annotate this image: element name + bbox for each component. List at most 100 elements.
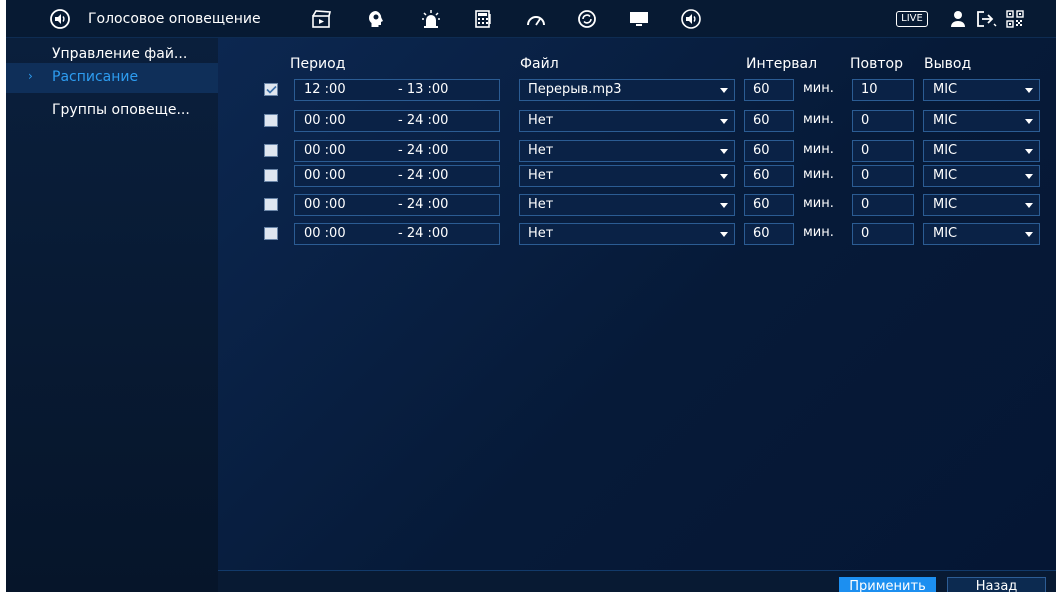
file-select[interactable]: Перерыв.mp3 <box>519 79 735 101</box>
logout-icon[interactable] <box>972 0 1000 38</box>
period-start: 00 :00 <box>304 143 346 158</box>
period-time-range[interactable]: 00 :00 - 24 :00 <box>294 194 500 216</box>
interval-input[interactable]: 60 <box>744 110 794 132</box>
column-header-file: Файл <box>520 56 559 72</box>
output-select[interactable]: MIC <box>923 165 1040 187</box>
table-row: 00 :00 - 24 :00 Нет 60 мин. 0 MIC <box>218 140 1056 162</box>
column-header-period: Период <box>290 56 346 72</box>
chevron-down-icon <box>1025 88 1033 93</box>
output-select[interactable]: MIC <box>923 79 1040 101</box>
live-icon[interactable]: LIVE <box>890 0 934 38</box>
chevron-down-icon <box>1025 174 1033 179</box>
sidebar-item-label: Управление фай... <box>52 46 188 62</box>
chevron-down-icon <box>1025 119 1033 124</box>
output-select-value: MIC <box>933 82 958 97</box>
period-start: 00 :00 <box>304 113 346 128</box>
output-select-value: MIC <box>933 168 958 183</box>
chevron-down-icon <box>720 203 728 208</box>
sidebar-item-alert-groups[interactable]: Группы оповеще... <box>6 96 218 126</box>
chevron-down-icon <box>720 149 728 154</box>
repeat-input[interactable]: 10 <box>852 79 914 101</box>
interval-input[interactable]: 60 <box>744 140 794 162</box>
apply-button[interactable]: Применить <box>839 577 936 592</box>
sidebar-item-label: Группы оповеще... <box>52 102 190 118</box>
row-checkbox[interactable] <box>264 83 278 96</box>
row-checkbox[interactable] <box>264 169 278 182</box>
chevron-down-icon <box>720 174 728 179</box>
file-select[interactable]: Нет <box>519 165 735 187</box>
interval-unit: мин. <box>803 142 834 157</box>
monitor-icon[interactable] <box>624 0 654 38</box>
period-time-range[interactable]: 00 :00 - 24 :00 <box>294 223 500 245</box>
output-select[interactable]: MIC <box>923 194 1040 216</box>
interval-input[interactable]: 60 <box>744 79 794 101</box>
repeat-input[interactable]: 0 <box>852 223 914 245</box>
speaker-icon[interactable] <box>676 0 706 38</box>
period-time-range[interactable]: 12 :00 - 13 :00 <box>294 79 500 101</box>
file-select[interactable]: Нет <box>519 140 735 162</box>
output-select[interactable]: MIC <box>923 223 1040 245</box>
table-row: 12 :00 - 13 :00 Перерыв.mp3 60 мин. 10 M… <box>218 79 1056 101</box>
period-start: 00 :00 <box>304 226 346 241</box>
row-checkbox[interactable] <box>264 198 278 211</box>
chevron-down-icon <box>1025 232 1033 237</box>
period-time-range[interactable]: 00 :00 - 24 :00 <box>294 140 500 162</box>
interval-input[interactable]: 60 <box>744 194 794 216</box>
alarm-light-icon[interactable] <box>416 0 446 38</box>
interval-input[interactable]: 60 <box>744 223 794 245</box>
period-end: - 13 :00 <box>398 82 449 97</box>
sidebar-item-schedule[interactable]: › Расписание <box>6 63 218 93</box>
period-time-range[interactable]: 00 :00 - 24 :00 <box>294 110 500 132</box>
gauge-icon[interactable] <box>521 0 551 38</box>
table-row: 00 :00 - 24 :00 Нет 60 мин. 0 MIC <box>218 110 1056 132</box>
file-select-value: Нет <box>528 168 554 183</box>
live-label: LIVE <box>896 11 928 27</box>
file-select[interactable]: Нет <box>519 223 735 245</box>
chevron-down-icon <box>720 88 728 93</box>
row-checkbox[interactable] <box>264 114 278 127</box>
head-gear-icon[interactable] <box>361 0 391 38</box>
repeat-input[interactable]: 0 <box>852 165 914 187</box>
sidebar-item-label: Расписание <box>52 69 139 85</box>
column-header-output: Вывод <box>924 56 972 72</box>
column-header-interval: Интервал <box>746 56 818 72</box>
user-icon[interactable] <box>946 0 970 38</box>
file-select[interactable]: Нет <box>519 194 735 216</box>
output-select[interactable]: MIC <box>923 140 1040 162</box>
repeat-input[interactable]: 0 <box>852 194 914 216</box>
top-bar: Голосовое оповещение LIVE <box>6 0 1056 38</box>
chevron-down-icon <box>720 119 728 124</box>
file-select[interactable]: Нет <box>519 110 735 132</box>
output-select-value: MIC <box>933 113 958 128</box>
period-start: 00 :00 <box>304 168 346 183</box>
interval-input[interactable]: 60 <box>744 165 794 187</box>
row-checkbox[interactable] <box>264 144 278 157</box>
period-time-range[interactable]: 00 :00 - 24 :00 <box>294 165 500 187</box>
interval-unit: мин. <box>803 196 834 211</box>
refresh-circle-icon[interactable] <box>572 0 602 38</box>
qr-code-icon[interactable] <box>1002 0 1028 38</box>
output-select-value: MIC <box>933 197 958 212</box>
period-start: 12 :00 <box>304 82 346 97</box>
interval-unit: мин. <box>803 112 834 127</box>
output-select-value: MIC <box>933 226 958 241</box>
repeat-input[interactable]: 0 <box>852 110 914 132</box>
speaker-icon <box>46 0 74 38</box>
output-select[interactable]: MIC <box>923 110 1040 132</box>
chevron-down-icon <box>1025 149 1033 154</box>
chevron-down-icon <box>720 232 728 237</box>
row-checkbox[interactable] <box>264 227 278 240</box>
period-end: - 24 :00 <box>398 113 449 128</box>
calculator-icon[interactable] <box>468 0 498 38</box>
file-select-value: Нет <box>528 113 554 128</box>
schedule-panel: Период Файл Интервал Повтор Вывод 12 :00… <box>218 38 1056 570</box>
back-button[interactable]: Назад <box>947 577 1046 592</box>
interval-unit: мин. <box>803 167 834 182</box>
period-start: 00 :00 <box>304 197 346 212</box>
period-end: - 24 :00 <box>398 168 449 183</box>
file-select-value: Нет <box>528 197 554 212</box>
clapperboard-icon[interactable] <box>306 0 336 38</box>
table-row: 00 :00 - 24 :00 Нет 60 мин. 0 MIC <box>218 165 1056 187</box>
interval-unit: мин. <box>803 81 834 96</box>
repeat-input[interactable]: 0 <box>852 140 914 162</box>
